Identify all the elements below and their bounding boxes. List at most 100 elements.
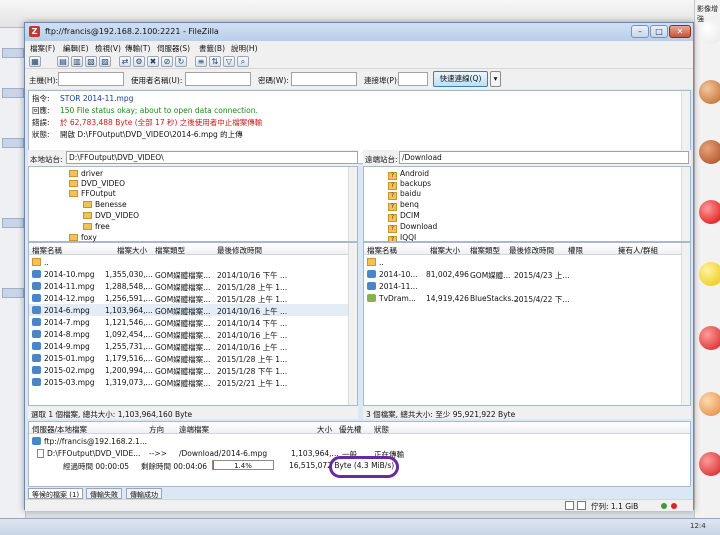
toolbar: ▦ ▤ ▥ ▧ ▨ ⇄ ⚙ ✖ ⊘ ↻ ≡ ⇅ ▽ ⌕ <box>25 54 693 69</box>
list-item[interactable]: 2014-10... 81,002,496 GOM媒體... 2015/4/23 上.… <box>364 268 690 280</box>
video-file-icon <box>367 270 376 278</box>
video-file-icon <box>32 318 41 326</box>
password-input[interactable] <box>291 72 357 86</box>
column-permissions[interactable]: 權限 <box>568 245 583 256</box>
list-item[interactable]: 2015-01.mpg 1,179,516,... GOM媒體檔案... 2015/1… <box>29 352 357 364</box>
remote-path-input[interactable]: /Download <box>399 151 689 164</box>
video-file-icon <box>32 306 41 314</box>
list-item[interactable]: 2014-12.mpg 1,256,591,... GOM媒體檔案... 2015/1… <box>29 292 357 304</box>
tree-item[interactable]: FFOutput <box>69 189 116 198</box>
close-button[interactable]: ✕ <box>669 25 691 38</box>
host-input[interactable] <box>58 72 124 86</box>
column-filetype[interactable]: 檔案類型 <box>155 245 185 256</box>
file-name: 2014-12.mpg <box>44 294 95 303</box>
tab-failed-transfers[interactable]: 傳輸失敗 <box>86 488 122 499</box>
folder-icon <box>69 180 78 187</box>
tree-item[interactable]: ? baidu <box>388 189 421 200</box>
tree-item[interactable]: ? DCIM <box>388 211 420 222</box>
list-item[interactable]: 2014-7.mpg 1,121,546,... GOM媒體檔案... 2014/10… <box>29 316 357 328</box>
column-status[interactable]: 狀態 <box>374 424 389 435</box>
minimize-button[interactable]: – <box>631 25 649 38</box>
refresh-icon[interactable]: ⇄ <box>119 56 131 67</box>
file-size: 81,002,496 <box>426 270 469 279</box>
local-list-scrollbar[interactable] <box>348 243 357 405</box>
tab-successful-transfers[interactable]: 傳輸成功 <box>126 488 162 499</box>
folder-icon <box>69 234 78 241</box>
tab-queued-files[interactable]: 等候的檔案 (1) <box>28 488 84 499</box>
remote-list-scrollbar[interactable] <box>681 243 690 405</box>
activity-indicator-red <box>671 503 677 509</box>
menu-transfer[interactable]: 傳輸(T) <box>125 43 150 54</box>
list-item[interactable]: 2014-8.mpg 1,092,454,... GOM媒體檔案... 2014/10… <box>29 328 357 340</box>
list-item[interactable]: 2014-11.mpg 1,288,548,... GOM媒體檔案... 2015/1… <box>29 280 357 292</box>
column-server-local[interactable]: 伺服器/本地檔案 <box>32 424 87 435</box>
column-filetype[interactable]: 檔案類型 <box>470 245 500 256</box>
list-item[interactable]: 2014-9.mpg 1,255,731,... GOM媒體檔案... 2014/10… <box>29 340 357 352</box>
local-path-input[interactable]: D:\FFOutput\DVD_VIDEO\ <box>66 151 358 164</box>
taskbar: 12:4 <box>0 518 720 535</box>
remote-tree-scrollbar[interactable] <box>681 167 690 241</box>
menu-file[interactable]: 檔案(F) <box>30 43 55 54</box>
port-input[interactable] <box>398 72 428 86</box>
video-file-icon <box>32 282 41 290</box>
list-item[interactable]: 2015-03.mpg 1,319,073,... GOM媒體檔案... 2015/2… <box>29 376 357 388</box>
queue-server-row[interactable]: ftp://francis@192.168.2.1... <box>29 436 690 447</box>
menu-help[interactable]: 說明(H) <box>231 43 258 54</box>
list-item[interactable]: TvDram... 14,919,426 BlueStacks... 2015/4/2… <box>364 292 690 304</box>
menu-server[interactable]: 伺服器(S) <box>157 43 190 54</box>
column-remote-file[interactable]: 遠端檔案 <box>179 424 209 435</box>
list-item[interactable]: 2015-02.mpg 1,200,994,... GOM媒體檔案... 2015/1… <box>29 364 357 376</box>
column-filename[interactable]: 檔案名稱 <box>367 245 397 256</box>
maximize-button[interactable]: □ <box>650 25 668 38</box>
list-item-parent[interactable]: .. <box>364 256 690 268</box>
reconnect-icon[interactable]: ↻ <box>175 56 187 67</box>
column-modified[interactable]: 最後修改時間 <box>217 245 262 256</box>
folder-icon <box>69 190 78 197</box>
toggle-local-tree-icon[interactable]: ▥ <box>71 56 83 67</box>
column-direction[interactable]: 方向 <box>149 424 164 435</box>
tree-item[interactable]: DVD_VIDEO <box>69 179 125 188</box>
tree-item[interactable]: foxy <box>69 233 97 242</box>
list-item[interactable]: 2014-10.mpg 1,355,030,... GOM媒體檔案... 2014/1… <box>29 268 357 280</box>
local-tree-scrollbar[interactable] <box>348 167 357 241</box>
column-owner[interactable]: 擁有人/群組 <box>618 245 658 256</box>
site-manager-icon[interactable]: ▦ <box>29 56 41 67</box>
quickconnect-dropdown[interactable]: ▾ <box>490 71 501 87</box>
filter-icon[interactable]: ▽ <box>223 56 235 67</box>
unknown-folder-icon: ? <box>388 203 397 211</box>
process-queue-icon[interactable]: ⚙ <box>133 56 145 67</box>
menu-edit[interactable]: 編輯(E) <box>63 43 89 54</box>
column-filename[interactable]: 檔案名稱 <box>32 245 62 256</box>
toggle-remote-tree-icon[interactable]: ▧ <box>85 56 97 67</box>
toggle-queue-icon[interactable]: ▨ <box>99 56 111 67</box>
column-modified[interactable]: 最後修改時間 <box>509 245 554 256</box>
sync-browse-icon[interactable]: ⇅ <box>209 56 221 67</box>
tree-item[interactable]: free <box>83 222 110 231</box>
unknown-folder-icon: ? <box>388 225 397 233</box>
video-file-icon <box>32 354 41 362</box>
list-item-parent[interactable]: .. <box>29 256 357 268</box>
tree-item[interactable]: ? Download <box>388 222 437 233</box>
list-item[interactable]: 2014-11... <box>364 280 690 292</box>
disconnect-icon[interactable]: ⊘ <box>161 56 173 67</box>
tree-item[interactable]: driver <box>69 169 103 178</box>
menu-view[interactable]: 檢視(V) <box>95 43 121 54</box>
desktop-left-panel <box>0 28 26 518</box>
remote-path-label: 遠端站台: <box>365 155 398 164</box>
remote-status: 3 個檔案, 總共大小: 至少 95,921,922 Byte <box>363 406 691 419</box>
list-item-selected[interactable]: 2014-6.mpg 1,103,964,... GOM媒體檔案... 2014/10… <box>29 304 357 316</box>
tree-item[interactable]: Benesse <box>83 200 127 209</box>
tree-item-selected[interactable]: DVD_VIDEO <box>83 211 139 220</box>
tree-item[interactable]: ? benq <box>388 200 419 211</box>
column-filesize[interactable]: 檔案大小 <box>430 245 460 256</box>
toggle-log-icon[interactable]: ▤ <box>57 56 69 67</box>
cancel-operation-icon[interactable]: ✖ <box>147 56 159 67</box>
quickconnect-button[interactable]: 快速連線(Q) <box>433 71 488 87</box>
directory-compare-icon[interactable]: ≡ <box>195 56 207 67</box>
column-priority[interactable]: 優先權 <box>339 424 362 435</box>
search-icon[interactable]: ⌕ <box>237 56 249 67</box>
column-filesize[interactable]: 檔案大小 <box>117 245 147 256</box>
menu-bookmarks[interactable]: 書籤(B) <box>199 43 225 54</box>
column-size[interactable]: 大小 <box>317 424 332 435</box>
username-input[interactable] <box>185 72 251 86</box>
